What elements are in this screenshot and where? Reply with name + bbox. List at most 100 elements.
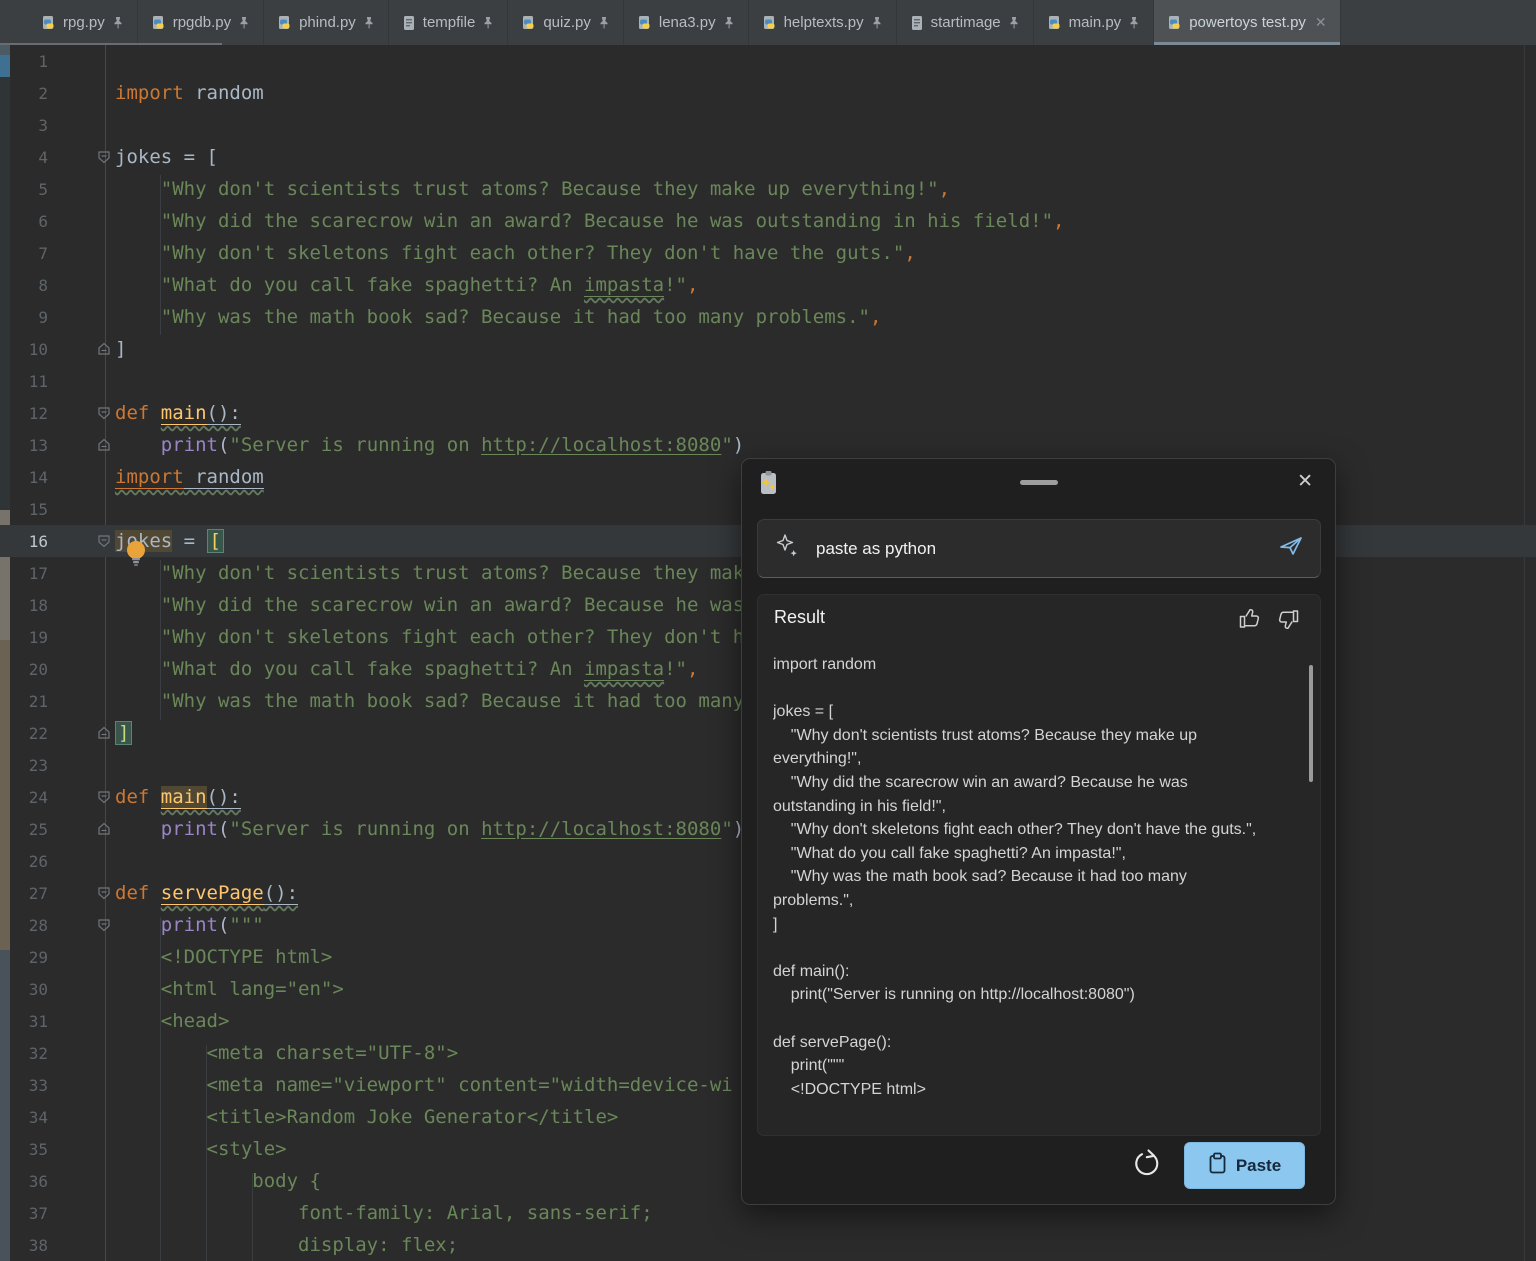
code-text: import random: [113, 461, 264, 493]
line-number: 3: [12, 116, 48, 135]
line-number: 31: [12, 1012, 48, 1031]
regenerate-icon[interactable]: [1130, 1147, 1164, 1188]
code-text: "Why was the math book sad? Because it h…: [113, 301, 881, 333]
code-text: print("Server is running on http://local…: [113, 429, 744, 461]
code-text: <html lang="en">: [113, 973, 344, 1005]
fold-marker-icon[interactable]: [95, 406, 113, 420]
tab-powertoys-test-py[interactable]: powertoys test.py ✕: [1154, 0, 1340, 45]
tab-label: powertoys test.py: [1189, 14, 1306, 31]
code-line[interactable]: 10]: [0, 333, 1536, 365]
ai-prompt-input-box[interactable]: paste as python: [757, 519, 1321, 578]
result-title: Result: [774, 607, 825, 628]
tab-close-icon[interactable]: ✕: [1313, 14, 1327, 31]
code-line[interactable]: 3: [0, 109, 1536, 141]
close-icon[interactable]: ✕: [1297, 470, 1313, 493]
pin-icon[interactable]: [363, 16, 375, 29]
prompt-input-value[interactable]: paste as python: [816, 539, 1278, 559]
thumbs-down-icon[interactable]: [1276, 608, 1300, 636]
tab-main-py[interactable]: main.py: [1034, 0, 1155, 45]
pin-icon[interactable]: [871, 16, 883, 29]
result-scrollbar-thumb[interactable]: [1309, 665, 1313, 782]
line-number: 4: [12, 148, 48, 167]
python-file-icon: [1047, 15, 1062, 31]
code-line[interactable]: 1: [0, 45, 1536, 77]
code-line[interactable]: 7 "Why don't skeletons fight each other?…: [0, 237, 1536, 269]
tab-phind-py[interactable]: phind.py: [264, 0, 389, 45]
tab-tempfile[interactable]: tempfile: [389, 0, 509, 45]
pin-icon[interactable]: [482, 16, 494, 29]
tab-label: startimage: [931, 14, 1001, 31]
code-line[interactable]: 8 "What do you call fake spaghetti? An i…: [0, 269, 1536, 301]
fold-marker-icon[interactable]: [95, 790, 113, 804]
fold-marker-icon[interactable]: [95, 726, 113, 740]
line-number: 29: [12, 948, 48, 967]
tab-rpg-py[interactable]: rpg.py: [28, 0, 138, 45]
code-line[interactable]: 9 "Why was the math book sad? Because it…: [0, 301, 1536, 333]
code-line[interactable]: 13 print("Server is running on http://lo…: [0, 429, 1536, 461]
code-line[interactable]: 4jokes = [: [0, 141, 1536, 173]
python-file-icon: [277, 15, 292, 31]
pin-icon[interactable]: [1008, 16, 1020, 29]
paste-button-label: Paste: [1236, 1156, 1281, 1176]
code-text: <meta charset="UTF-8">: [113, 1037, 458, 1069]
tab-startimage[interactable]: startimage: [897, 0, 1034, 45]
code-text: font-family: Arial, sans-serif;: [113, 1197, 653, 1229]
code-line[interactable]: 12def main():: [0, 397, 1536, 429]
line-number: 27: [12, 884, 48, 903]
thumbs-up-icon[interactable]: [1238, 607, 1262, 635]
code-text: <!DOCTYPE html>: [113, 941, 332, 973]
line-number: 8: [12, 276, 48, 295]
fold-marker-icon[interactable]: [95, 822, 113, 836]
fold-marker-icon[interactable]: [95, 342, 113, 356]
line-number: 1: [12, 52, 48, 71]
line-number: 23: [12, 756, 48, 775]
tab-helptexts-py[interactable]: helptexts.py: [749, 0, 897, 45]
line-number: 15: [12, 500, 48, 519]
fold-marker-icon[interactable]: [95, 438, 113, 452]
fold-marker-icon[interactable]: [95, 534, 113, 548]
line-number: 5: [12, 180, 48, 199]
code-line[interactable]: 38 display: flex;: [0, 1229, 1536, 1261]
pin-icon[interactable]: [723, 16, 735, 29]
line-number: 35: [12, 1140, 48, 1159]
code-line[interactable]: 6 "Why did the scarecrow win an award? B…: [0, 205, 1536, 237]
pin-icon[interactable]: [598, 16, 610, 29]
line-number: 19: [12, 628, 48, 647]
intention-lightbulb-icon[interactable]: [124, 539, 148, 573]
line-number: 34: [12, 1108, 48, 1127]
python-file-icon: [762, 15, 777, 31]
tab-label: rpg.py: [63, 14, 105, 31]
tab-label: quiz.py: [543, 14, 591, 31]
code-text: print("Server is running on http://local…: [113, 813, 744, 845]
line-number: 20: [12, 660, 48, 679]
line-number: 30: [12, 980, 48, 999]
code-text: ]: [113, 717, 132, 749]
line-number: 9: [12, 308, 48, 327]
code-text: display: flex;: [113, 1229, 458, 1261]
pin-icon[interactable]: [238, 16, 250, 29]
tab-label: phind.py: [299, 14, 356, 31]
tab-quiz-py[interactable]: quiz.py: [508, 0, 624, 45]
code-text: "Why did the scarecrow win an award? Bec…: [113, 205, 1064, 237]
pin-icon[interactable]: [112, 16, 124, 29]
line-number: 7: [12, 244, 48, 263]
send-icon[interactable]: [1278, 534, 1304, 563]
tabbar-spacer: [0, 0, 28, 45]
paste-button[interactable]: Paste: [1184, 1142, 1305, 1189]
fold-marker-icon[interactable]: [95, 918, 113, 932]
line-number: 16: [12, 532, 48, 551]
drag-handle[interactable]: [1020, 480, 1058, 485]
code-line[interactable]: 2import random: [0, 77, 1536, 109]
fold-marker-icon[interactable]: [95, 150, 113, 164]
code-line[interactable]: 11: [0, 365, 1536, 397]
text-file-icon: [402, 15, 416, 31]
code-line[interactable]: 5 "Why don't scientists trust atoms? Bec…: [0, 173, 1536, 205]
tab-rpgdb-py[interactable]: rpgdb.py: [138, 0, 264, 45]
text-file-icon: [910, 15, 924, 31]
python-file-icon: [637, 15, 652, 31]
tab-lena3-py[interactable]: lena3.py: [624, 0, 749, 45]
fold-marker-icon[interactable]: [95, 886, 113, 900]
pin-icon[interactable]: [1128, 16, 1140, 29]
line-number: 24: [12, 788, 48, 807]
code-text: "What do you call fake spaghetti? An imp…: [113, 653, 698, 685]
